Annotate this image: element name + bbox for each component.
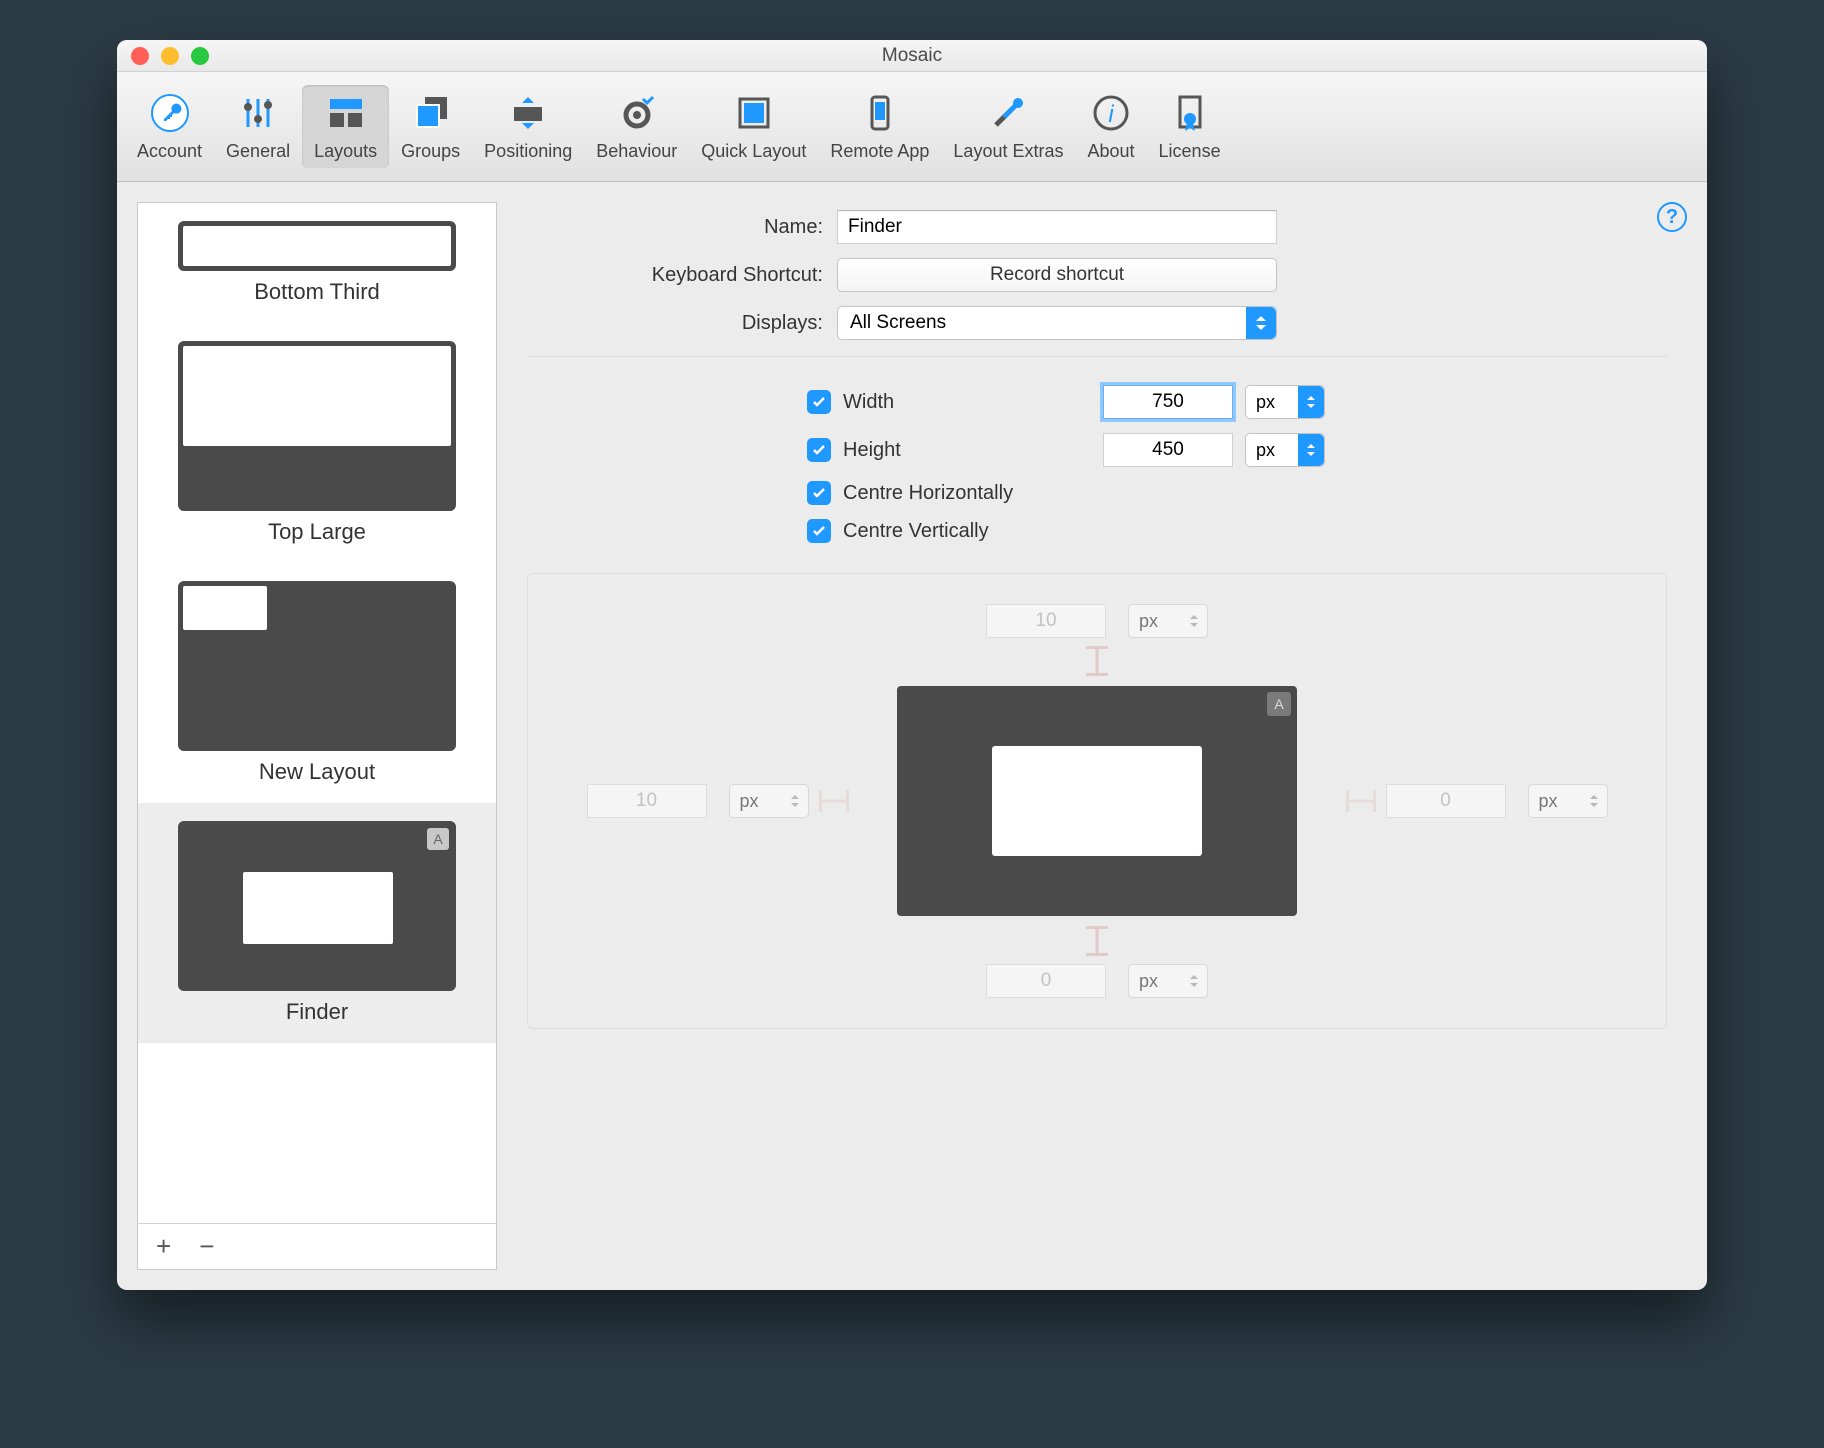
centre-v-label: Centre Vertically <box>843 520 1667 543</box>
margin-left-unit[interactable]: px <box>729 784 809 818</box>
width-unit-select[interactable]: px <box>1245 385 1325 419</box>
positioning-icon <box>506 91 550 135</box>
name-input[interactable] <box>837 210 1277 244</box>
gear-icon <box>615 91 659 135</box>
svg-text:i: i <box>1108 101 1114 128</box>
tools-icon <box>986 91 1030 135</box>
centre-h-checkbox[interactable] <box>807 481 831 505</box>
phone-icon <box>858 91 902 135</box>
tab-general[interactable]: General <box>214 85 302 168</box>
tab-license[interactable]: License <box>1147 85 1233 168</box>
layouts-icon <box>324 91 368 135</box>
layouts-sidebar: Bottom Third Top Large New Layout A Find… <box>137 202 497 1270</box>
layout-detail-panel: ? Name: Keyboard Shortcut: Record shortc… <box>497 182 1707 1290</box>
name-label: Name: <box>527 216 837 239</box>
tab-layout-extras[interactable]: Layout Extras <box>941 85 1075 168</box>
shortcut-label: Keyboard Shortcut: <box>527 264 837 287</box>
margin-bottom-unit[interactable]: px <box>1128 964 1208 998</box>
groups-icon <box>409 91 453 135</box>
preferences-toolbar: Account General Layouts Groups Positioni… <box>117 72 1707 182</box>
margin-top-input[interactable] <box>986 604 1106 638</box>
bracket-icon <box>1086 926 1108 956</box>
margins-preview-panel: px px A <box>527 573 1667 1029</box>
displays-select[interactable]: All Screens <box>837 306 1277 340</box>
bracket-icon <box>1346 790 1376 812</box>
tab-layouts[interactable]: Layouts <box>302 85 389 168</box>
layouts-list[interactable]: Bottom Third Top Large New Layout A Find… <box>138 203 496 1223</box>
sidebar-footer: + − <box>138 1223 496 1269</box>
tab-behaviour[interactable]: Behaviour <box>584 85 689 168</box>
layout-preview: A <box>897 686 1297 916</box>
window-title: Mosaic <box>882 45 942 67</box>
auto-badge-icon: A <box>427 828 449 850</box>
centre-h-label: Centre Horizontally <box>843 482 1667 505</box>
sliders-icon <box>236 91 280 135</box>
zoom-window-button[interactable] <box>191 47 209 65</box>
tab-account[interactable]: Account <box>125 85 214 168</box>
layout-item-new-layout[interactable]: New Layout <box>138 563 496 803</box>
layout-item-finder[interactable]: A Finder <box>138 803 496 1043</box>
record-shortcut-button[interactable]: Record shortcut <box>837 258 1277 292</box>
margin-right-input[interactable] <box>1386 784 1506 818</box>
height-unit-select[interactable]: px <box>1245 433 1325 467</box>
width-label: Width <box>843 391 1103 414</box>
titlebar: Mosaic <box>117 40 1707 72</box>
stepper-icon <box>1181 965 1207 997</box>
tab-groups[interactable]: Groups <box>389 85 472 168</box>
tab-quick-layout[interactable]: Quick Layout <box>689 85 818 168</box>
minimize-window-button[interactable] <box>161 47 179 65</box>
margin-right-unit[interactable]: px <box>1528 784 1608 818</box>
height-label: Height <box>843 439 1103 462</box>
preferences-window: Mosaic Account General Layouts Groups Po… <box>117 40 1707 1290</box>
tab-about[interactable]: i About <box>1075 85 1146 168</box>
stepper-icon <box>1581 785 1607 817</box>
auto-badge-icon: A <box>1267 692 1291 716</box>
width-input[interactable] <box>1103 385 1233 419</box>
height-input[interactable] <box>1103 433 1233 467</box>
license-icon <box>1168 91 1212 135</box>
key-icon <box>148 91 192 135</box>
divider <box>527 356 1667 357</box>
stepper-icon <box>1181 605 1207 637</box>
displays-label: Displays: <box>527 312 837 335</box>
width-checkbox[interactable] <box>807 390 831 414</box>
layout-item-bottom-third[interactable]: Bottom Third <box>138 203 496 323</box>
help-button[interactable]: ? <box>1657 202 1687 232</box>
close-window-button[interactable] <box>131 47 149 65</box>
margin-top-unit[interactable]: px <box>1128 604 1208 638</box>
tab-positioning[interactable]: Positioning <box>472 85 584 168</box>
layout-item-top-large[interactable]: Top Large <box>138 323 496 563</box>
quick-layout-icon <box>732 91 776 135</box>
chevron-updown-icon <box>1246 307 1276 339</box>
margin-bottom-input[interactable] <box>986 964 1106 998</box>
remove-layout-button[interactable]: − <box>199 1231 214 1262</box>
margin-left-input[interactable] <box>587 784 707 818</box>
stepper-icon <box>782 785 808 817</box>
bracket-icon <box>1086 646 1108 676</box>
centre-v-checkbox[interactable] <box>807 519 831 543</box>
chevron-updown-icon <box>1298 434 1324 466</box>
window-controls <box>131 47 209 65</box>
chevron-updown-icon <box>1298 386 1324 418</box>
bracket-icon <box>819 790 849 812</box>
info-icon: i <box>1089 91 1133 135</box>
height-checkbox[interactable] <box>807 438 831 462</box>
add-layout-button[interactable]: + <box>156 1231 171 1262</box>
tab-remote-app[interactable]: Remote App <box>818 85 941 168</box>
